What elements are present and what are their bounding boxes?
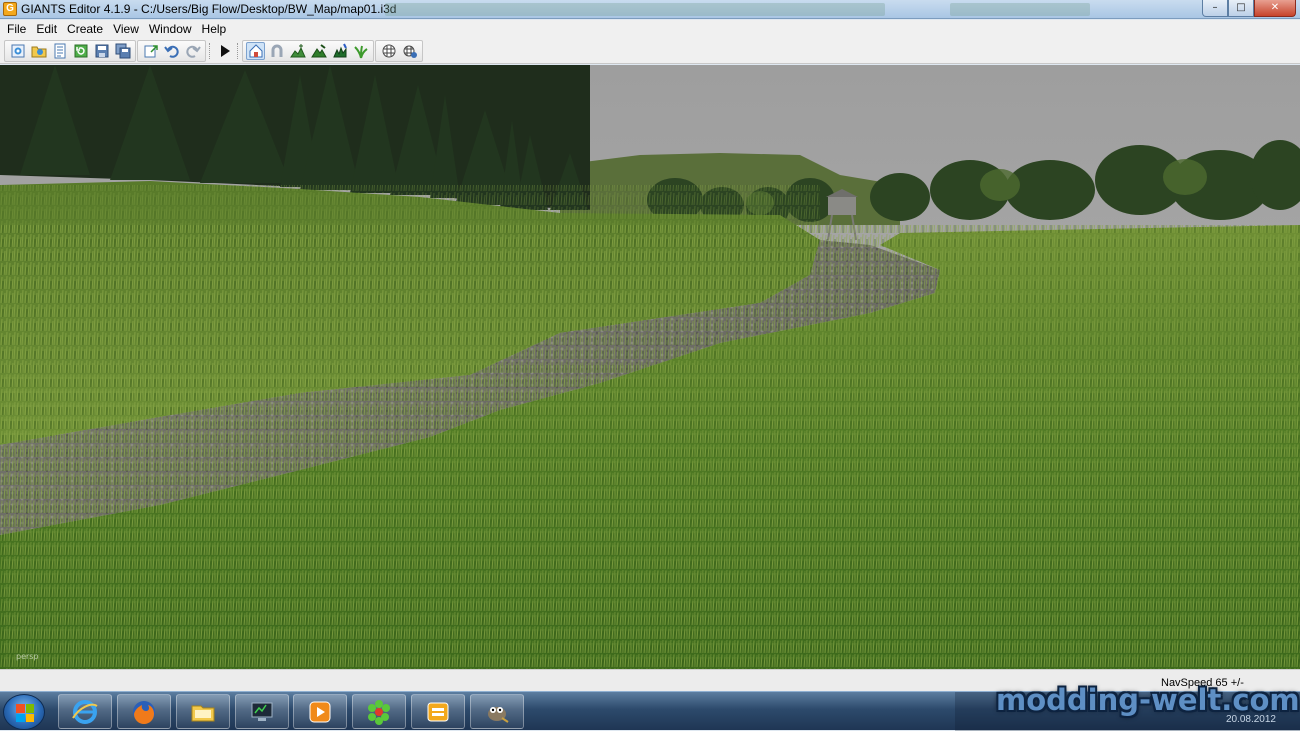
save-icon (95, 44, 108, 58)
menu-view[interactable]: View (108, 20, 144, 39)
terrain-paint-button[interactable] (309, 42, 328, 60)
giants-editor-icon (427, 702, 449, 721)
taskbar-media-player[interactable] (293, 694, 347, 729)
grass-paint-button[interactable] (351, 42, 370, 60)
play-button[interactable] (215, 42, 234, 60)
menu-edit[interactable]: Edit (31, 20, 62, 39)
gimp-icon (488, 706, 509, 723)
grass-paint-icon (353, 45, 368, 59)
title-bar-background-blur (385, 3, 885, 16)
snap-button[interactable] (379, 42, 398, 60)
snap-settings-button[interactable] (400, 42, 419, 60)
new-scene-button[interactable] (8, 42, 27, 60)
terrain-paint-icon (310, 44, 327, 58)
taskbar-firefox[interactable] (117, 694, 171, 729)
magnet-button[interactable] (267, 42, 286, 60)
computer-monitor-icon (251, 702, 273, 721)
icq-icon (368, 699, 390, 725)
toolbar (0, 39, 1300, 64)
title-bar-background-blur (950, 3, 1090, 16)
toolbar-separator (237, 43, 240, 59)
window-title: GIANTS Editor 4.1.9 - C:/Users/Big Flow/… (21, 2, 397, 16)
toolbar-separator (209, 43, 212, 59)
undo-icon (163, 45, 179, 58)
export-button[interactable] (141, 42, 160, 60)
open-button[interactable] (29, 42, 48, 60)
watermark-logo: modding-welt.com (996, 683, 1300, 717)
redo-button[interactable] (183, 42, 202, 60)
maximize-button[interactable]: □ (1228, 0, 1254, 17)
taskbar-icq[interactable] (352, 694, 406, 729)
giants-app-icon[interactable]: G (3, 2, 17, 16)
menu-bar: File Edit Create View Window Help (0, 20, 1300, 39)
menu-file[interactable]: File (2, 20, 31, 39)
taskbar-monitor-app[interactable] (235, 694, 289, 729)
windows-logo-icon (16, 704, 34, 722)
foliage-paint-icon (332, 43, 347, 58)
file-explorer-icon (191, 705, 215, 721)
properties-icon (54, 43, 65, 59)
firefox-icon (133, 700, 155, 724)
open-icon (31, 46, 46, 58)
tools-toolbar-group (242, 40, 374, 62)
internet-explorer-icon (72, 699, 98, 724)
menu-create[interactable]: Create (62, 20, 108, 39)
new-scene-icon (11, 44, 24, 58)
taskbar-internet-explorer[interactable] (58, 694, 112, 729)
camera-label: persp (16, 652, 39, 661)
reload-icon (74, 44, 87, 58)
terrain-sculpt-button[interactable] (288, 42, 307, 60)
undo-button[interactable] (162, 42, 181, 60)
window-controls: – □ ✕ (1202, 0, 1296, 17)
menu-help[interactable]: Help (197, 20, 232, 39)
snap-icon (382, 44, 395, 58)
minimize-button[interactable]: – (1202, 0, 1228, 17)
save-all-icon (115, 43, 130, 59)
save-all-button[interactable] (113, 42, 132, 60)
play-icon (220, 45, 230, 57)
magnet-icon (271, 44, 282, 57)
taskbar-file-explorer[interactable] (176, 694, 230, 729)
reload-button[interactable] (71, 42, 90, 60)
select-mode-button[interactable] (246, 42, 265, 60)
edit-toolbar-group (137, 40, 206, 62)
3d-viewport[interactable]: persp (0, 65, 1300, 669)
snap-settings-icon (403, 45, 417, 58)
snap-toolbar-group (375, 40, 423, 62)
start-button[interactable] (3, 694, 45, 730)
properties-button[interactable] (50, 42, 69, 60)
title-bar[interactable]: G GIANTS Editor 4.1.9 - C:/Users/Big Flo… (0, 0, 1300, 19)
close-button[interactable]: ✕ (1254, 0, 1296, 17)
rendered-scene (0, 65, 1300, 669)
file-toolbar-group (4, 40, 136, 62)
select-mode-icon (249, 44, 262, 58)
redo-icon (185, 45, 201, 58)
media-player-icon (309, 701, 331, 722)
menu-window[interactable]: Window (144, 20, 197, 39)
terrain-sculpt-icon (289, 44, 306, 58)
taskbar-giants-editor[interactable] (411, 694, 465, 729)
export-icon (144, 45, 158, 58)
save-button[interactable] (92, 42, 111, 60)
taskbar-gimp[interactable] (470, 694, 524, 729)
foliage-paint-button[interactable] (330, 42, 349, 60)
